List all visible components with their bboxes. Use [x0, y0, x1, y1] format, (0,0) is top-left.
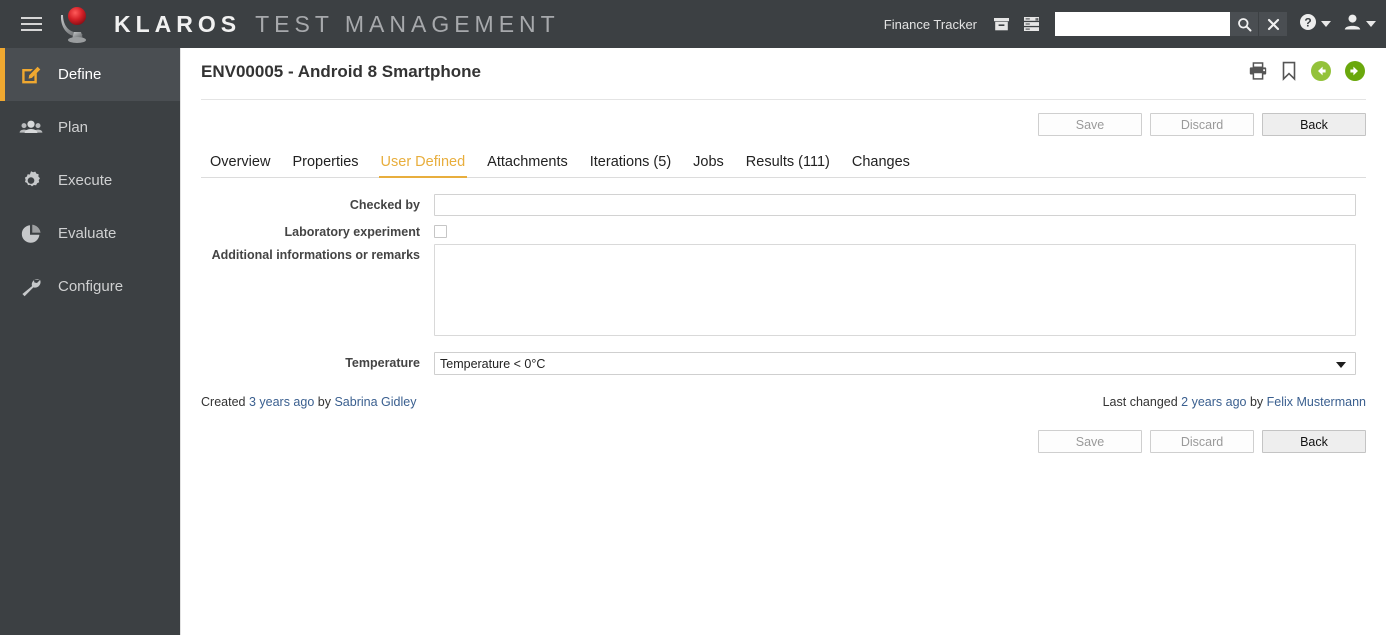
sidebar-item-label: Evaluate: [58, 225, 116, 242]
arrow-left-circle-icon[interactable]: [1310, 60, 1332, 82]
bottom-button-row: Save Discard Back: [201, 430, 1366, 453]
help-menu[interactable]: ?: [1299, 10, 1331, 38]
chevron-down-icon: [1321, 21, 1331, 27]
last-changed-info: Last changed 2 years ago by Felix Muster…: [1103, 395, 1366, 409]
sidebar-item-configure[interactable]: Configure: [0, 260, 180, 313]
tab-bar: Overview Properties User Defined Attachm…: [201, 148, 1366, 178]
brand-primary: KLAROS: [114, 11, 241, 38]
created-user-link[interactable]: Sabrina Gidley: [334, 395, 416, 409]
checked-by-input[interactable]: [434, 194, 1356, 216]
tab-properties[interactable]: Properties: [281, 154, 369, 177]
field-temperature: Temperature Temperature < 0°C: [201, 352, 1366, 375]
search-input[interactable]: [1055, 12, 1230, 36]
archive-box-icon[interactable]: [989, 12, 1013, 36]
main-content: ENV00005 - Android 8 Smartphone: [180, 48, 1386, 635]
temperature-select[interactable]: Temperature < 0°C: [434, 352, 1356, 375]
sidebar-item-define[interactable]: Define: [0, 48, 180, 101]
sidebar-item-evaluate[interactable]: Evaluate: [0, 207, 180, 260]
edit-pencil-icon: [18, 62, 44, 88]
user-menu[interactable]: [1343, 10, 1376, 38]
field-checked-by: Checked by: [201, 194, 1366, 216]
brand-secondary: TEST MANAGEMENT: [255, 11, 560, 38]
field-remarks: Additional informations or remarks: [201, 244, 1366, 341]
tab-results[interactable]: Results (111): [735, 154, 841, 177]
user-avatar-icon: [1343, 13, 1362, 36]
remarks-textarea[interactable]: [434, 244, 1356, 336]
printer-icon[interactable]: [1248, 61, 1268, 81]
created-by-word: by: [318, 395, 331, 409]
tab-changes[interactable]: Changes: [841, 154, 921, 177]
changed-prefix: Last changed: [1103, 395, 1178, 409]
save-button-bottom[interactable]: Save: [1038, 430, 1142, 453]
current-project-label: Finance Tracker: [884, 17, 977, 32]
discard-button-bottom[interactable]: Discard: [1150, 430, 1254, 453]
search-submit-button[interactable]: [1230, 12, 1258, 36]
tab-attachments[interactable]: Attachments: [476, 154, 579, 177]
brand-title: KLAROS TEST MANAGEMENT: [114, 11, 560, 38]
created-time-link[interactable]: 3 years ago: [249, 395, 314, 409]
checked-by-label: Checked by: [201, 194, 434, 212]
chevron-down-icon: [1336, 362, 1346, 368]
sidebar-item-label: Execute: [58, 172, 112, 189]
laboratory-experiment-checkbox[interactable]: [434, 225, 447, 238]
global-search: [1055, 12, 1287, 36]
gear-icon: [18, 168, 44, 194]
page-header-actions: [1248, 60, 1366, 82]
klaros-logo-icon[interactable]: [56, 4, 98, 44]
svg-text:?: ?: [1304, 15, 1311, 29]
discard-button-top[interactable]: Discard: [1150, 113, 1254, 136]
arrow-right-circle-icon[interactable]: [1344, 60, 1366, 82]
sidebar-item-plan[interactable]: Plan: [0, 101, 180, 154]
remarks-label: Additional informations or remarks: [201, 244, 434, 262]
wrench-icon: [18, 274, 44, 300]
temperature-label: Temperature: [201, 352, 434, 370]
help-circle-icon: ?: [1299, 13, 1317, 36]
main-sidebar: Define Plan Ex: [0, 48, 180, 635]
people-group-icon: [18, 115, 44, 141]
pie-chart-icon: [18, 221, 44, 247]
created-prefix: Created: [201, 395, 245, 409]
sidebar-item-execute[interactable]: Execute: [0, 154, 180, 207]
changed-by-word: by: [1250, 395, 1263, 409]
save-button-top[interactable]: Save: [1038, 113, 1142, 136]
tab-user-defined[interactable]: User Defined: [370, 154, 477, 177]
hamburger-line: [21, 23, 42, 25]
hamburger-line: [21, 17, 42, 19]
chevron-down-icon: [1366, 21, 1376, 27]
record-metadata: Created 3 years ago by Sabrina Gidley La…: [201, 395, 1366, 409]
page-header: ENV00005 - Android 8 Smartphone: [201, 60, 1366, 100]
user-defined-form: Checked by Laboratory experiment Additio…: [201, 194, 1366, 375]
top-navigation-bar: KLAROS TEST MANAGEMENT Finance Tracker: [0, 0, 1386, 48]
back-button-top[interactable]: Back: [1262, 113, 1366, 136]
back-button-bottom[interactable]: Back: [1262, 430, 1366, 453]
bookmark-icon[interactable]: [1280, 61, 1298, 81]
page-title: ENV00005 - Android 8 Smartphone: [201, 60, 481, 82]
sidebar-item-label: Plan: [58, 119, 88, 136]
sidebar-item-label: Configure: [58, 278, 123, 295]
top-button-row: Save Discard Back: [201, 113, 1366, 136]
tab-iterations[interactable]: Iterations (5): [579, 154, 682, 177]
search-clear-button[interactable]: [1259, 12, 1287, 36]
database-stack-icon[interactable]: [1019, 12, 1043, 36]
hamburger-menu-icon[interactable]: [8, 0, 54, 48]
tab-overview[interactable]: Overview: [201, 154, 281, 177]
app-root: KLAROS TEST MANAGEMENT Finance Tracker: [0, 0, 1386, 635]
hamburger-line: [21, 29, 42, 31]
tab-jobs[interactable]: Jobs: [682, 154, 735, 177]
temperature-selected-value: Temperature < 0°C: [440, 357, 545, 371]
topbar-right-group: Finance Tracker: [884, 0, 1386, 48]
laboratory-experiment-label: Laboratory experiment: [201, 221, 434, 239]
changed-time-link[interactable]: 2 years ago: [1181, 395, 1246, 409]
sidebar-item-label: Define: [58, 66, 101, 83]
field-laboratory-experiment: Laboratory experiment: [201, 221, 1366, 239]
created-info: Created 3 years ago by Sabrina Gidley: [201, 395, 416, 409]
changed-user-link[interactable]: Felix Mustermann: [1267, 395, 1366, 409]
